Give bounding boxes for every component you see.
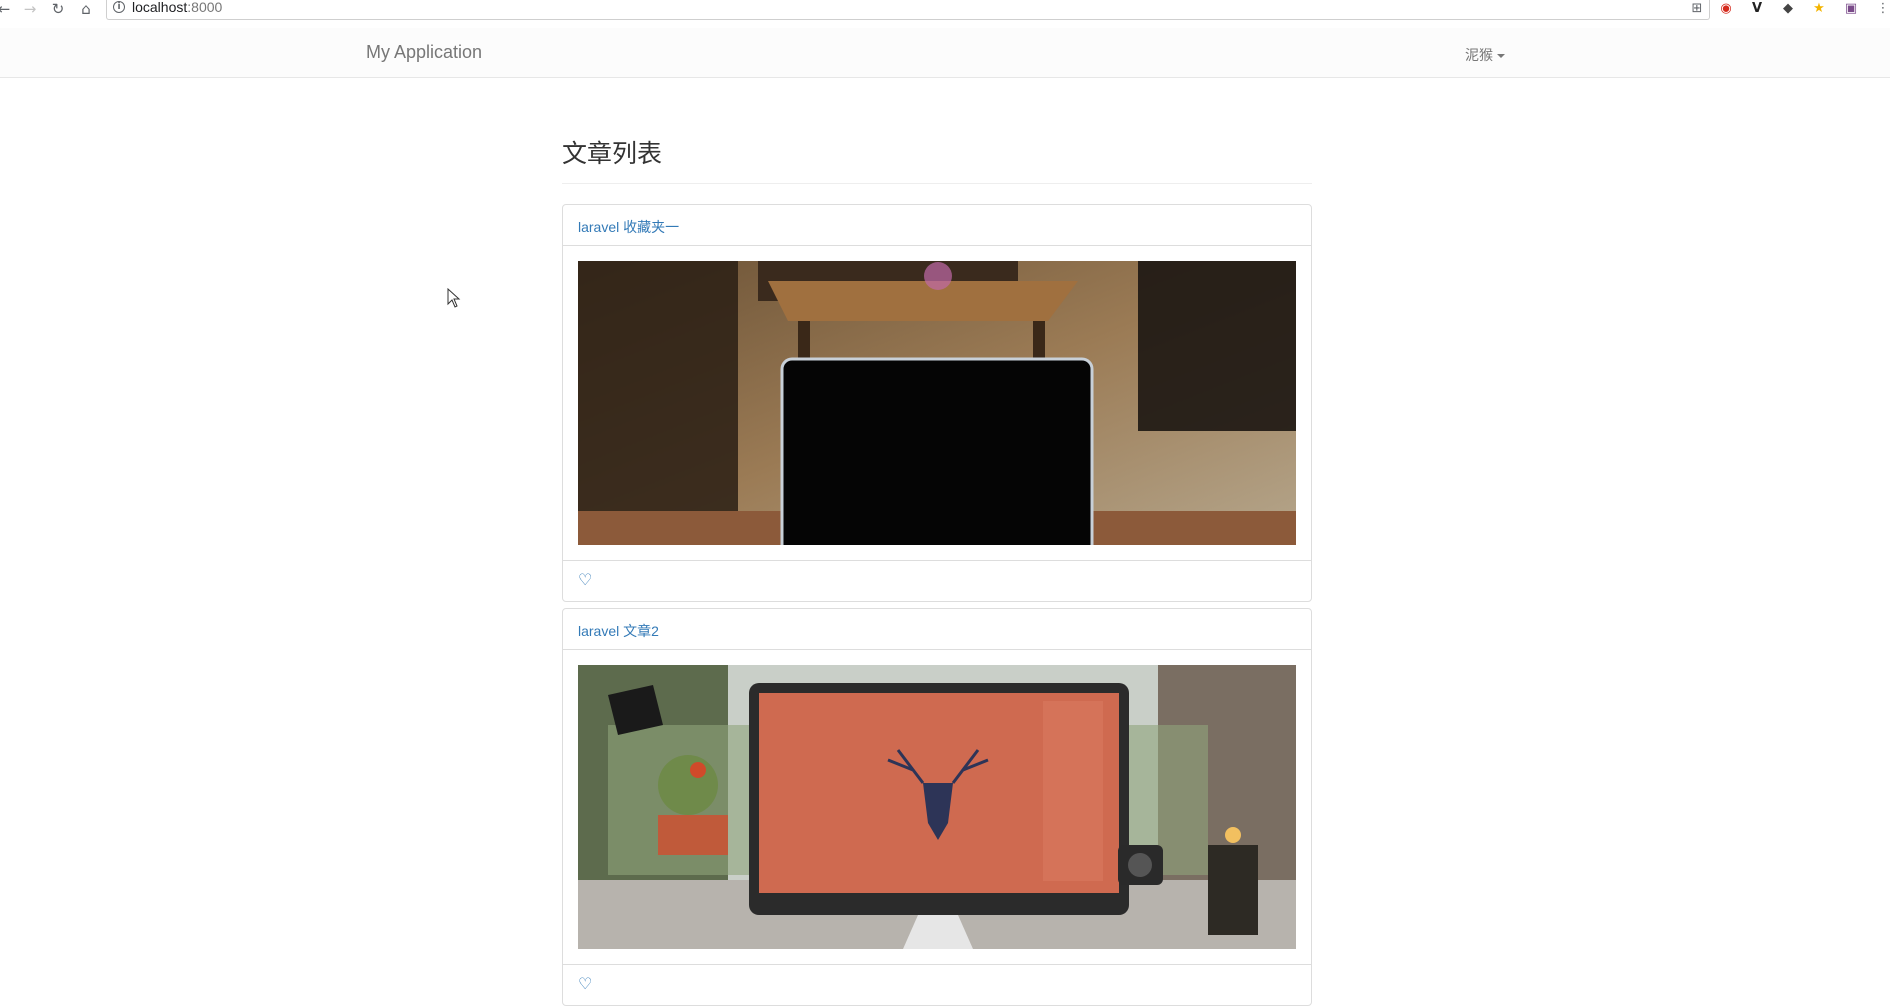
forward-icon[interactable]: → [20, 1, 40, 17]
avatar-icon[interactable]: ▣ [1842, 1, 1860, 17]
article-footer: ♡ [563, 560, 1311, 601]
user-dropdown[interactable]: 泥猴 [1465, 45, 1505, 65]
weibo-icon[interactable]: ◉ [1717, 1, 1735, 17]
url-text: localhost:8000 [132, 0, 223, 15]
article-image [578, 261, 1296, 545]
star-icon[interactable]: ★ [1810, 1, 1828, 17]
vimium-icon[interactable]: V [1748, 1, 1766, 17]
article-card: laravel 文章2 ♡ [562, 608, 1312, 1006]
info-icon[interactable]: i [113, 1, 125, 13]
article-image [578, 665, 1296, 949]
article-title[interactable]: laravel 收藏夹一 [563, 205, 1311, 246]
address-bar[interactable]: i localhost:8000 [106, 0, 1710, 20]
heart-outline-icon[interactable]: ♡ [578, 975, 592, 993]
menu-icon[interactable]: ⋮ [1874, 1, 1890, 17]
browser-toolbar: ← → ↻ ⌂ i localhost:8000 ⊞ ◉ V ◆ ★ ▣ ⋮ [0, 0, 1890, 20]
home-icon[interactable]: ⌂ [76, 1, 96, 17]
article-card: laravel 收藏夹一 ♡ [562, 204, 1312, 602]
heading-divider [562, 183, 1312, 184]
user-name: 泥猴 [1465, 47, 1493, 63]
evernote-icon[interactable]: ◆ [1779, 1, 1797, 17]
caret-down-icon [1497, 54, 1505, 59]
page-title: 文章列表 [562, 140, 663, 168]
brand-link[interactable]: My Application [366, 42, 482, 63]
app-navbar: My Application 泥猴 [0, 28, 1890, 78]
translate-icon[interactable]: ⊞ [1688, 1, 1706, 17]
back-icon[interactable]: ← [0, 1, 14, 17]
heart-outline-icon[interactable]: ♡ [578, 571, 592, 589]
mouse-cursor-icon [447, 287, 461, 313]
article-title[interactable]: laravel 文章2 [563, 609, 1311, 650]
article-footer: ♡ [563, 964, 1311, 1005]
reload-icon[interactable]: ↻ [48, 1, 68, 17]
